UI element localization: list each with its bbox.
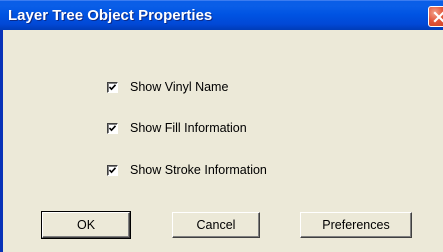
- checkmark-icon: [108, 124, 117, 131]
- cancel-button[interactable]: Cancel: [172, 212, 260, 238]
- dialog-window: Layer Tree Object Properties Show Vinyl …: [0, 0, 443, 252]
- close-icon: [433, 11, 443, 23]
- checkbox[interactable]: [107, 122, 118, 134]
- checkbox-label: Show Stroke Information: [130, 163, 267, 177]
- checkbox-label: Show Vinyl Name: [130, 80, 229, 94]
- checkbox[interactable]: [107, 164, 118, 176]
- checkbox-label: Show Fill Information: [130, 121, 247, 135]
- checkbox[interactable]: [107, 81, 118, 93]
- ok-button[interactable]: OK: [41, 211, 131, 239]
- preferences-button[interactable]: Preferences: [300, 212, 412, 238]
- window-border: [0, 30, 3, 252]
- checkmark-icon: [108, 166, 117, 173]
- window-title: Layer Tree Object Properties: [8, 7, 213, 24]
- option-show-vinyl-name[interactable]: Show Vinyl Name: [107, 79, 228, 95]
- option-show-fill-information[interactable]: Show Fill Information: [107, 120, 247, 136]
- title-bar[interactable]: Layer Tree Object Properties: [0, 0, 443, 30]
- option-show-stroke-information[interactable]: Show Stroke Information: [107, 162, 267, 178]
- checkmark-icon: [108, 83, 117, 90]
- close-button[interactable]: [428, 6, 443, 27]
